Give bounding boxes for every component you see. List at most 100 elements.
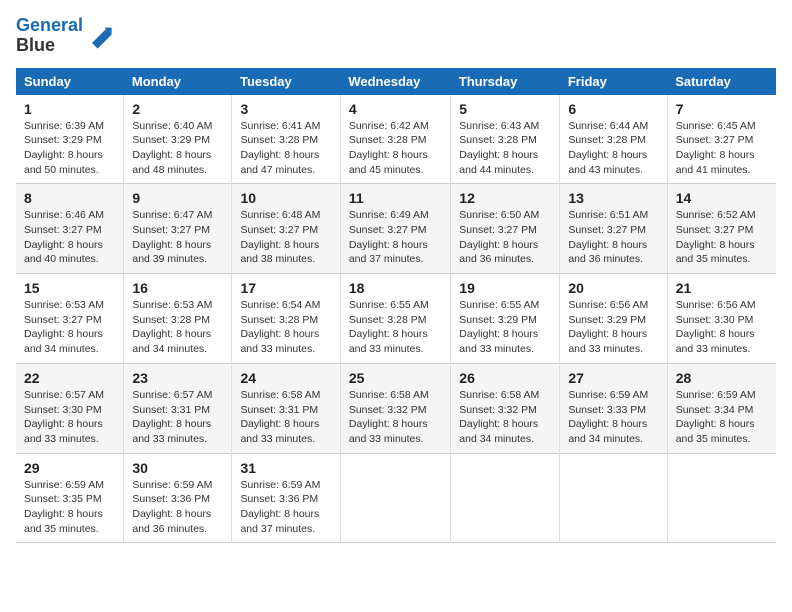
calendar-cell: 28 Sunrise: 6:59 AM Sunset: 3:34 PM Dayl… [667, 363, 776, 453]
day-number: 30 [132, 460, 223, 476]
day-number: 20 [568, 280, 658, 296]
calendar-cell: 16 Sunrise: 6:53 AM Sunset: 3:28 PM Dayl… [124, 274, 232, 364]
calendar-cell: 15 Sunrise: 6:53 AM Sunset: 3:27 PM Dayl… [16, 274, 124, 364]
day-info: Sunrise: 6:49 AM Sunset: 3:27 PM Dayligh… [349, 208, 442, 267]
day-number: 11 [349, 190, 442, 206]
day-number: 8 [24, 190, 115, 206]
day-number: 3 [240, 101, 331, 117]
day-number: 9 [132, 190, 223, 206]
weekday-header: Friday [560, 68, 667, 95]
day-info: Sunrise: 6:54 AM Sunset: 3:28 PM Dayligh… [240, 298, 331, 357]
calendar-cell: 3 Sunrise: 6:41 AM Sunset: 3:28 PM Dayli… [232, 95, 340, 184]
day-number: 19 [459, 280, 551, 296]
day-info: Sunrise: 6:56 AM Sunset: 3:30 PM Dayligh… [676, 298, 768, 357]
calendar-cell: 6 Sunrise: 6:44 AM Sunset: 3:28 PM Dayli… [560, 95, 667, 184]
logo-icon [85, 22, 113, 50]
calendar-table: SundayMondayTuesdayWednesdayThursdayFrid… [16, 68, 776, 544]
day-number: 16 [132, 280, 223, 296]
day-number: 2 [132, 101, 223, 117]
day-info: Sunrise: 6:41 AM Sunset: 3:28 PM Dayligh… [240, 119, 331, 178]
day-info: Sunrise: 6:39 AM Sunset: 3:29 PM Dayligh… [24, 119, 115, 178]
day-number: 22 [24, 370, 115, 386]
calendar-cell: 24 Sunrise: 6:58 AM Sunset: 3:31 PM Dayl… [232, 363, 340, 453]
day-number: 18 [349, 280, 442, 296]
day-number: 7 [676, 101, 768, 117]
day-number: 5 [459, 101, 551, 117]
logo-text: GeneralBlue [16, 16, 83, 56]
day-info: Sunrise: 6:58 AM Sunset: 3:32 PM Dayligh… [459, 388, 551, 447]
page-header: GeneralBlue [16, 16, 776, 56]
calendar-cell: 25 Sunrise: 6:58 AM Sunset: 3:32 PM Dayl… [340, 363, 450, 453]
calendar-cell: 29 Sunrise: 6:59 AM Sunset: 3:35 PM Dayl… [16, 453, 124, 543]
day-number: 6 [568, 101, 658, 117]
day-info: Sunrise: 6:43 AM Sunset: 3:28 PM Dayligh… [459, 119, 551, 178]
calendar-cell: 20 Sunrise: 6:56 AM Sunset: 3:29 PM Dayl… [560, 274, 667, 364]
day-number: 26 [459, 370, 551, 386]
day-number: 10 [240, 190, 331, 206]
day-info: Sunrise: 6:56 AM Sunset: 3:29 PM Dayligh… [568, 298, 658, 357]
calendar-cell [451, 453, 560, 543]
weekday-header: Tuesday [232, 68, 340, 95]
day-number: 25 [349, 370, 442, 386]
calendar-cell: 17 Sunrise: 6:54 AM Sunset: 3:28 PM Dayl… [232, 274, 340, 364]
day-number: 28 [676, 370, 768, 386]
day-number: 27 [568, 370, 658, 386]
day-info: Sunrise: 6:57 AM Sunset: 3:31 PM Dayligh… [132, 388, 223, 447]
calendar-cell: 22 Sunrise: 6:57 AM Sunset: 3:30 PM Dayl… [16, 363, 124, 453]
calendar-cell [340, 453, 450, 543]
day-info: Sunrise: 6:59 AM Sunset: 3:35 PM Dayligh… [24, 478, 115, 537]
day-info: Sunrise: 6:58 AM Sunset: 3:31 PM Dayligh… [240, 388, 331, 447]
calendar-cell: 31 Sunrise: 6:59 AM Sunset: 3:36 PM Dayl… [232, 453, 340, 543]
calendar-cell: 1 Sunrise: 6:39 AM Sunset: 3:29 PM Dayli… [16, 95, 124, 184]
day-number: 31 [240, 460, 331, 476]
calendar-cell: 23 Sunrise: 6:57 AM Sunset: 3:31 PM Dayl… [124, 363, 232, 453]
day-number: 29 [24, 460, 115, 476]
day-info: Sunrise: 6:51 AM Sunset: 3:27 PM Dayligh… [568, 208, 658, 267]
day-info: Sunrise: 6:44 AM Sunset: 3:28 PM Dayligh… [568, 119, 658, 178]
day-number: 13 [568, 190, 658, 206]
day-info: Sunrise: 6:46 AM Sunset: 3:27 PM Dayligh… [24, 208, 115, 267]
day-info: Sunrise: 6:59 AM Sunset: 3:33 PM Dayligh… [568, 388, 658, 447]
calendar-cell: 11 Sunrise: 6:49 AM Sunset: 3:27 PM Dayl… [340, 184, 450, 274]
calendar-cell: 2 Sunrise: 6:40 AM Sunset: 3:29 PM Dayli… [124, 95, 232, 184]
day-info: Sunrise: 6:45 AM Sunset: 3:27 PM Dayligh… [676, 119, 768, 178]
day-info: Sunrise: 6:52 AM Sunset: 3:27 PM Dayligh… [676, 208, 768, 267]
day-number: 4 [349, 101, 442, 117]
calendar-cell: 4 Sunrise: 6:42 AM Sunset: 3:28 PM Dayli… [340, 95, 450, 184]
day-number: 23 [132, 370, 223, 386]
day-number: 15 [24, 280, 115, 296]
logo: GeneralBlue [16, 16, 113, 56]
calendar-cell: 13 Sunrise: 6:51 AM Sunset: 3:27 PM Dayl… [560, 184, 667, 274]
calendar-cell: 9 Sunrise: 6:47 AM Sunset: 3:27 PM Dayli… [124, 184, 232, 274]
day-info: Sunrise: 6:53 AM Sunset: 3:28 PM Dayligh… [132, 298, 223, 357]
calendar-cell [560, 453, 667, 543]
day-number: 24 [240, 370, 331, 386]
day-number: 12 [459, 190, 551, 206]
day-info: Sunrise: 6:53 AM Sunset: 3:27 PM Dayligh… [24, 298, 115, 357]
calendar-cell: 30 Sunrise: 6:59 AM Sunset: 3:36 PM Dayl… [124, 453, 232, 543]
day-info: Sunrise: 6:50 AM Sunset: 3:27 PM Dayligh… [459, 208, 551, 267]
weekday-header: Monday [124, 68, 232, 95]
calendar-cell: 19 Sunrise: 6:55 AM Sunset: 3:29 PM Dayl… [451, 274, 560, 364]
weekday-header: Thursday [451, 68, 560, 95]
calendar-cell: 14 Sunrise: 6:52 AM Sunset: 3:27 PM Dayl… [667, 184, 776, 274]
weekday-header: Saturday [667, 68, 776, 95]
day-info: Sunrise: 6:59 AM Sunset: 3:34 PM Dayligh… [676, 388, 768, 447]
weekday-header: Sunday [16, 68, 124, 95]
calendar-cell: 18 Sunrise: 6:55 AM Sunset: 3:28 PM Dayl… [340, 274, 450, 364]
day-info: Sunrise: 6:55 AM Sunset: 3:29 PM Dayligh… [459, 298, 551, 357]
calendar-cell: 21 Sunrise: 6:56 AM Sunset: 3:30 PM Dayl… [667, 274, 776, 364]
day-info: Sunrise: 6:58 AM Sunset: 3:32 PM Dayligh… [349, 388, 442, 447]
day-info: Sunrise: 6:40 AM Sunset: 3:29 PM Dayligh… [132, 119, 223, 178]
calendar-cell: 8 Sunrise: 6:46 AM Sunset: 3:27 PM Dayli… [16, 184, 124, 274]
day-number: 21 [676, 280, 768, 296]
day-info: Sunrise: 6:59 AM Sunset: 3:36 PM Dayligh… [240, 478, 331, 537]
day-info: Sunrise: 6:42 AM Sunset: 3:28 PM Dayligh… [349, 119, 442, 178]
day-info: Sunrise: 6:48 AM Sunset: 3:27 PM Dayligh… [240, 208, 331, 267]
day-info: Sunrise: 6:59 AM Sunset: 3:36 PM Dayligh… [132, 478, 223, 537]
calendar-cell: 27 Sunrise: 6:59 AM Sunset: 3:33 PM Dayl… [560, 363, 667, 453]
day-info: Sunrise: 6:57 AM Sunset: 3:30 PM Dayligh… [24, 388, 115, 447]
day-number: 1 [24, 101, 115, 117]
calendar-cell: 5 Sunrise: 6:43 AM Sunset: 3:28 PM Dayli… [451, 95, 560, 184]
calendar-cell: 26 Sunrise: 6:58 AM Sunset: 3:32 PM Dayl… [451, 363, 560, 453]
